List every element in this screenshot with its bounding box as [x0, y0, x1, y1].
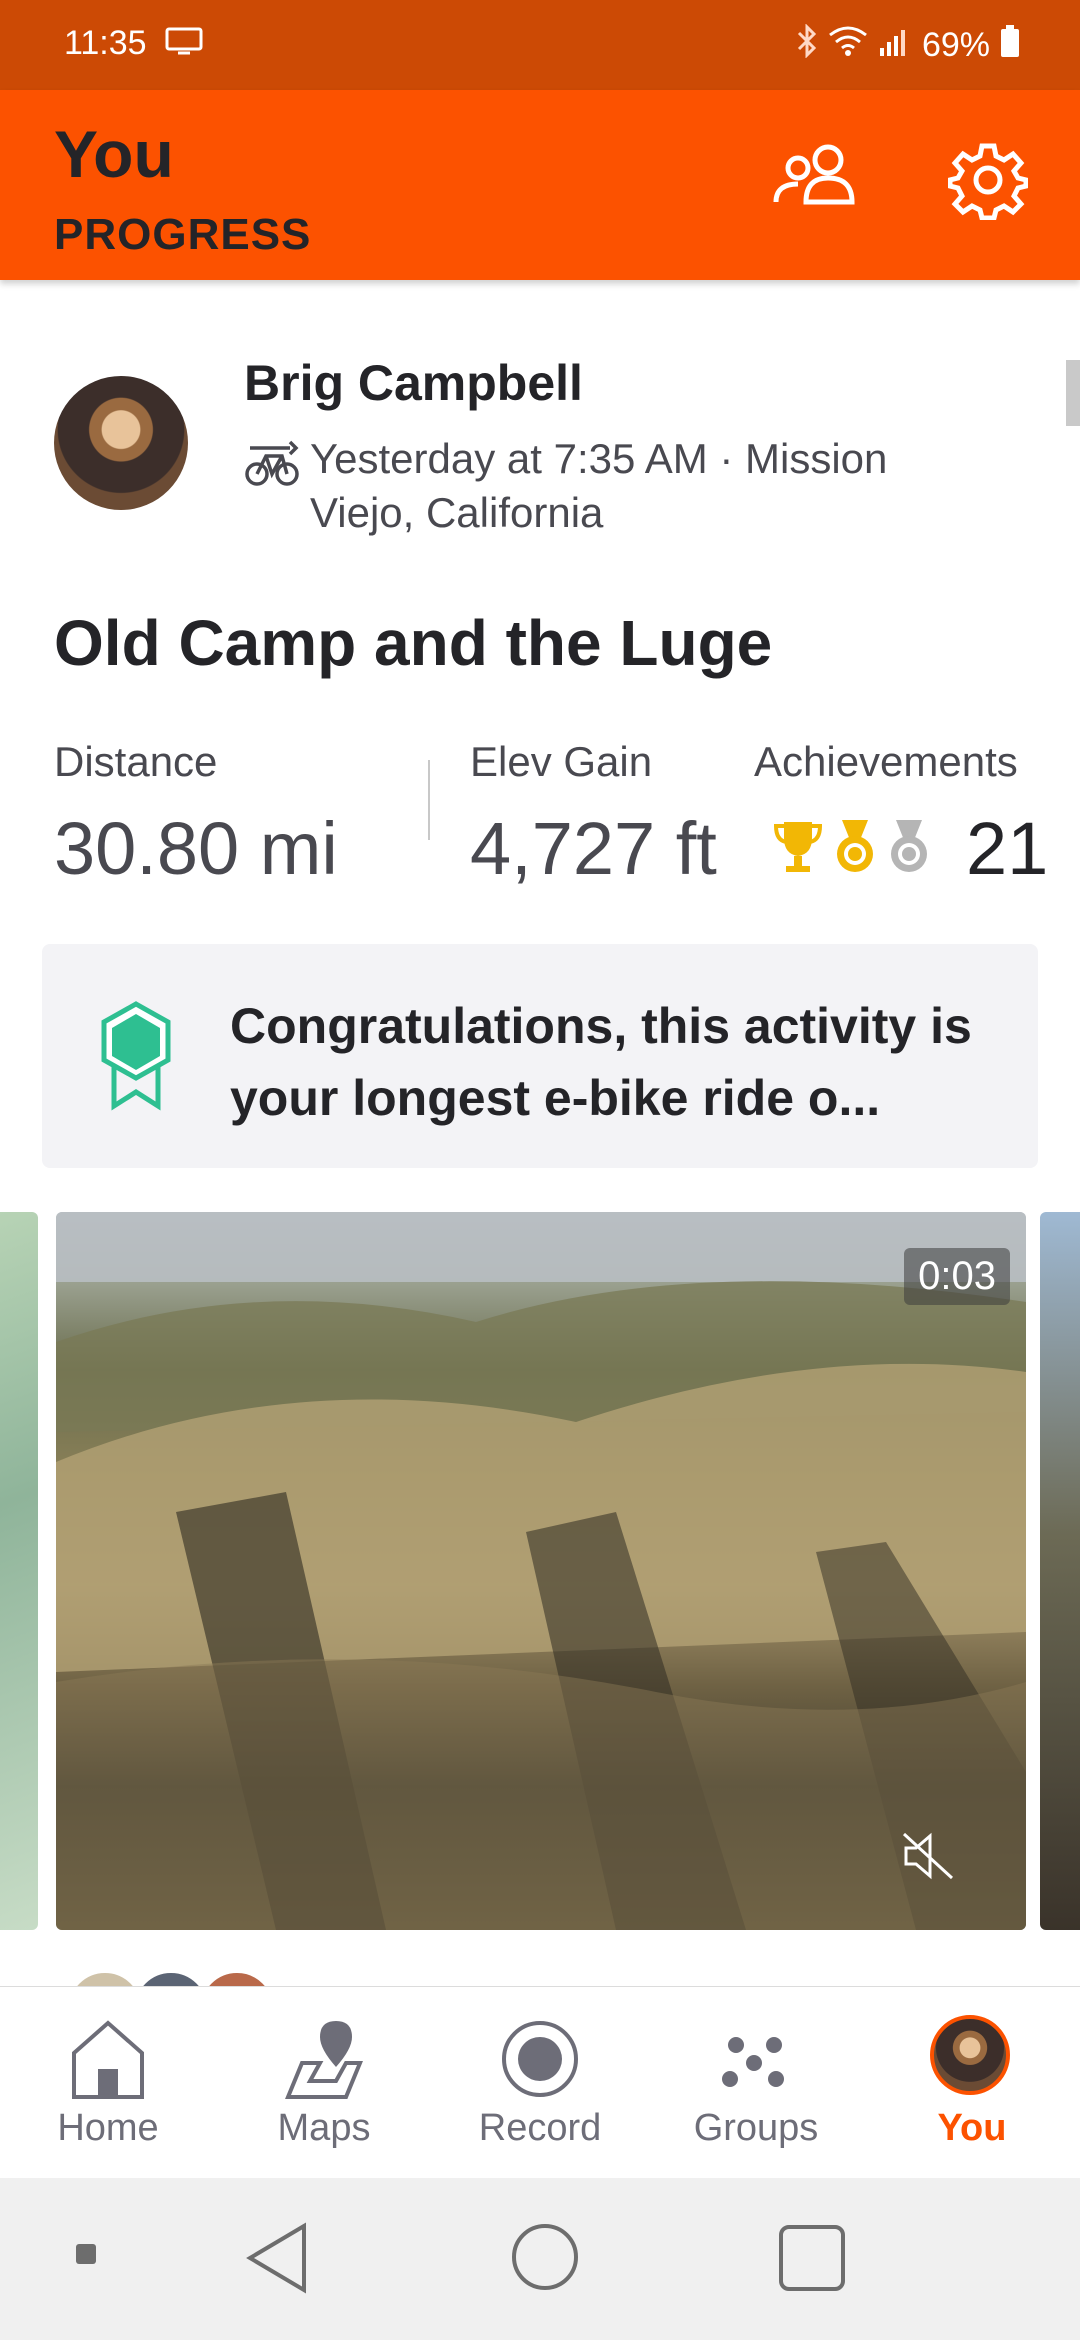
- achievements-count: 21: [966, 807, 1049, 890]
- recents-dot-icon[interactable]: [76, 2244, 96, 2264]
- silver-medal-icon: [886, 818, 932, 881]
- achievement-icons: [772, 818, 932, 881]
- nav-groups-label: Groups: [693, 2107, 819, 2149]
- nav-home[interactable]: Home: [0, 1987, 216, 2179]
- stat-divider: [428, 760, 430, 840]
- elev-value: 4,727 ft: [470, 807, 717, 890]
- nav-maps[interactable]: Maps: [216, 1987, 432, 2179]
- home-icon: [72, 2020, 144, 2099]
- media-next-photo[interactable]: [1040, 1212, 1080, 1930]
- video-duration: 0:03: [904, 1248, 1010, 1305]
- people-icon[interactable]: [772, 142, 858, 217]
- bluetooth-icon: [796, 23, 818, 67]
- bottom-nav: Home Maps Record Groups You: [0, 1986, 1080, 2179]
- media-prev-map[interactable]: [0, 1212, 38, 1930]
- cast-icon: [164, 26, 204, 65]
- distance-value: 30.80 mi: [54, 807, 338, 890]
- activity-meta-text: Yesterday at 7:35 AM · Mission Viejo, Ca…: [310, 435, 888, 536]
- distance-label: Distance: [54, 738, 218, 785]
- nav-record[interactable]: Record: [432, 1987, 648, 2179]
- wifi-icon: [828, 25, 868, 66]
- signal-icon: [878, 26, 912, 65]
- ebike-icon: [244, 436, 300, 540]
- athlete-name[interactable]: Brig Campbell: [244, 354, 583, 412]
- page-title: You: [54, 117, 174, 191]
- trophy-icon: [772, 818, 824, 881]
- achievement-banner-text: Congratulations, this activity is your l…: [230, 998, 972, 1126]
- gear-icon[interactable]: [947, 140, 1029, 225]
- overview-square-icon[interactable]: [778, 2224, 846, 2297]
- elev-label: Elev Gain: [470, 738, 653, 785]
- system-nav-bar: [0, 2178, 1080, 2340]
- mute-icon[interactable]: [902, 1832, 956, 1885]
- nav-record-label: Record: [478, 2107, 602, 2149]
- nav-maps-label: Maps: [277, 2107, 371, 2149]
- battery-icon: [1000, 24, 1020, 67]
- gold-medal-icon: [832, 818, 878, 881]
- nav-you[interactable]: You: [864, 1987, 1080, 2179]
- achievement-badge-icon: [98, 1000, 174, 1117]
- activity-video[interactable]: [56, 1212, 1026, 1930]
- nav-you-label: You: [937, 2107, 1007, 2149]
- home-circle-icon[interactable]: [510, 2222, 580, 2297]
- status-time: 11:35: [64, 24, 204, 65]
- avatar[interactable]: [54, 376, 188, 510]
- back-icon[interactable]: [244, 2222, 310, 2299]
- tab-progress[interactable]: PROGRESS: [54, 210, 311, 260]
- activity-title[interactable]: Old Camp and the Luge: [54, 606, 772, 680]
- status-icons: 69%: [796, 23, 1020, 67]
- battery-percent: 69%: [921, 26, 990, 64]
- map-pin-icon: [285, 2021, 363, 2099]
- achievements-label: Achievements: [754, 738, 1018, 785]
- nav-home-label: Home: [57, 2107, 159, 2149]
- nav-groups[interactable]: Groups: [648, 1987, 864, 2179]
- scrollbar[interactable]: [1066, 360, 1080, 426]
- avatar: [930, 2015, 1010, 2095]
- groups-icon: [722, 2037, 784, 2087]
- record-icon: [502, 2021, 578, 2097]
- activity-meta: Yesterday at 7:35 AM · Mission Viejo, Ca…: [244, 432, 984, 540]
